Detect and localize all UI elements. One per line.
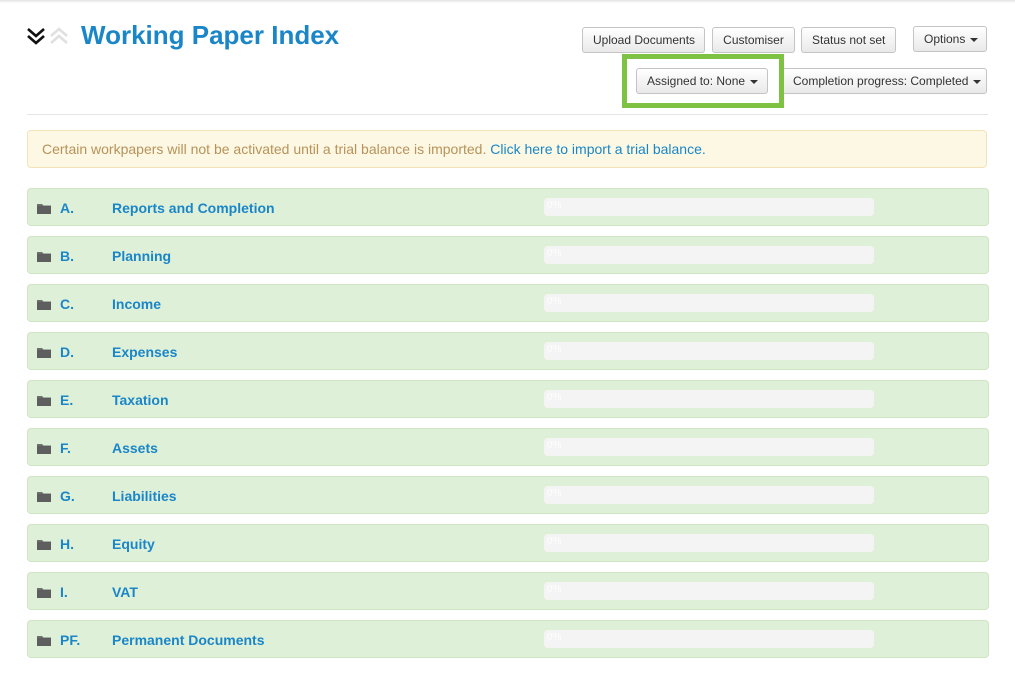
customiser-button[interactable]: Customiser <box>712 27 795 53</box>
progress-bar: 0% <box>544 390 874 408</box>
progress-bar: 0% <box>544 198 874 216</box>
section-code[interactable]: A. <box>60 200 74 216</box>
progress-bar: 0% <box>544 342 874 360</box>
trial-balance-alert: Certain workpapers will not be activated… <box>27 130 987 168</box>
folder-icon <box>37 489 51 502</box>
progress-bar: 0% <box>544 438 874 456</box>
section-row[interactable]: A. Reports and Completion 0% <box>27 188 989 226</box>
section-name-link[interactable]: Assets <box>112 440 158 456</box>
folder-icon <box>37 441 51 454</box>
options-dropdown[interactable]: Options <box>913 26 987 52</box>
section-code[interactable]: B. <box>60 248 74 264</box>
assigned-to-dropdown[interactable]: Assigned to: None <box>636 68 768 94</box>
folder-icon <box>37 633 51 646</box>
progress-text: 0% <box>547 440 562 451</box>
progress-bar: 0% <box>544 534 874 552</box>
import-trial-balance-link[interactable]: Click here to import a trial balance. <box>490 141 706 157</box>
caret-down-icon <box>970 37 979 42</box>
progress-text: 0% <box>547 200 562 211</box>
section-row[interactable]: C. Income 0% <box>27 284 989 322</box>
progress-text: 0% <box>547 248 562 259</box>
folder-icon <box>37 393 51 406</box>
caret-down-icon <box>973 79 982 84</box>
folder-icon <box>37 249 51 262</box>
progress-text: 0% <box>547 296 562 307</box>
double-chevron-down-icon[interactable] <box>25 25 47 47</box>
page-title: Working Paper Index <box>81 20 340 50</box>
section-name-link[interactable]: VAT <box>112 584 138 600</box>
section-code[interactable]: F. <box>60 440 71 456</box>
progress-text: 0% <box>547 584 562 595</box>
progress-text: 0% <box>547 536 562 547</box>
options-label: Options <box>924 32 966 46</box>
section-name-link[interactable]: Expenses <box>112 344 177 360</box>
folder-icon <box>37 585 51 598</box>
alert-text: Certain workpapers will not be activated… <box>42 141 487 157</box>
assigned-to-label: Assigned to: None <box>647 74 746 88</box>
folder-icon <box>37 201 51 214</box>
caret-down-icon <box>750 79 759 84</box>
progress-text: 0% <box>547 344 562 355</box>
progress-bar: 0% <box>544 294 874 312</box>
section-code[interactable]: PF. <box>60 632 80 648</box>
status-not-set-button[interactable]: Status not set <box>801 27 896 53</box>
progress-bar: 0% <box>544 630 874 648</box>
double-chevron-up-icon[interactable] <box>48 25 70 47</box>
section-name-link[interactable]: Income <box>112 296 161 312</box>
section-name-link[interactable]: Equity <box>112 536 155 552</box>
section-code[interactable]: E. <box>60 392 73 408</box>
header-divider <box>27 114 988 115</box>
section-code[interactable]: H. <box>60 536 74 552</box>
section-name-link[interactable]: Permanent Documents <box>112 632 264 648</box>
progress-text: 0% <box>547 392 562 403</box>
progress-bar: 0% <box>544 246 874 264</box>
section-code[interactable]: C. <box>60 296 74 312</box>
section-code[interactable]: I. <box>60 584 68 600</box>
section-list: A. Reports and Completion 0% B. Planning 0% C.… <box>27 188 989 668</box>
section-row[interactable]: F. Assets 0% <box>27 428 989 466</box>
section-row[interactable]: D. Expenses 0% <box>27 332 989 370</box>
progress-bar: 0% <box>544 486 874 504</box>
section-row[interactable]: I. VAT 0% <box>27 572 989 610</box>
top-border <box>0 0 1015 3</box>
section-row[interactable]: E. Taxation 0% <box>27 380 989 418</box>
completion-progress-dropdown[interactable]: Completion progress: Completed <box>782 68 987 94</box>
section-name-link[interactable]: Reports and Completion <box>112 200 275 216</box>
section-name-link[interactable]: Planning <box>112 248 171 264</box>
section-row[interactable]: B. Planning 0% <box>27 236 989 274</box>
upload-documents-button[interactable]: Upload Documents <box>582 27 705 53</box>
progress-text: 0% <box>547 632 562 643</box>
section-code[interactable]: D. <box>60 344 74 360</box>
folder-icon <box>37 297 51 310</box>
section-row[interactable]: H. Equity 0% <box>27 524 989 562</box>
section-name-link[interactable]: Taxation <box>112 392 169 408</box>
folder-icon <box>37 345 51 358</box>
progress-bar: 0% <box>544 582 874 600</box>
completion-progress-label: Completion progress: Completed <box>793 74 969 88</box>
section-row[interactable]: G. Liabilities 0% <box>27 476 989 514</box>
section-name-link[interactable]: Liabilities <box>112 488 177 504</box>
progress-text: 0% <box>547 488 562 499</box>
section-code[interactable]: G. <box>60 488 75 504</box>
section-row[interactable]: PF. Permanent Documents 0% <box>27 620 989 658</box>
folder-icon <box>37 537 51 550</box>
